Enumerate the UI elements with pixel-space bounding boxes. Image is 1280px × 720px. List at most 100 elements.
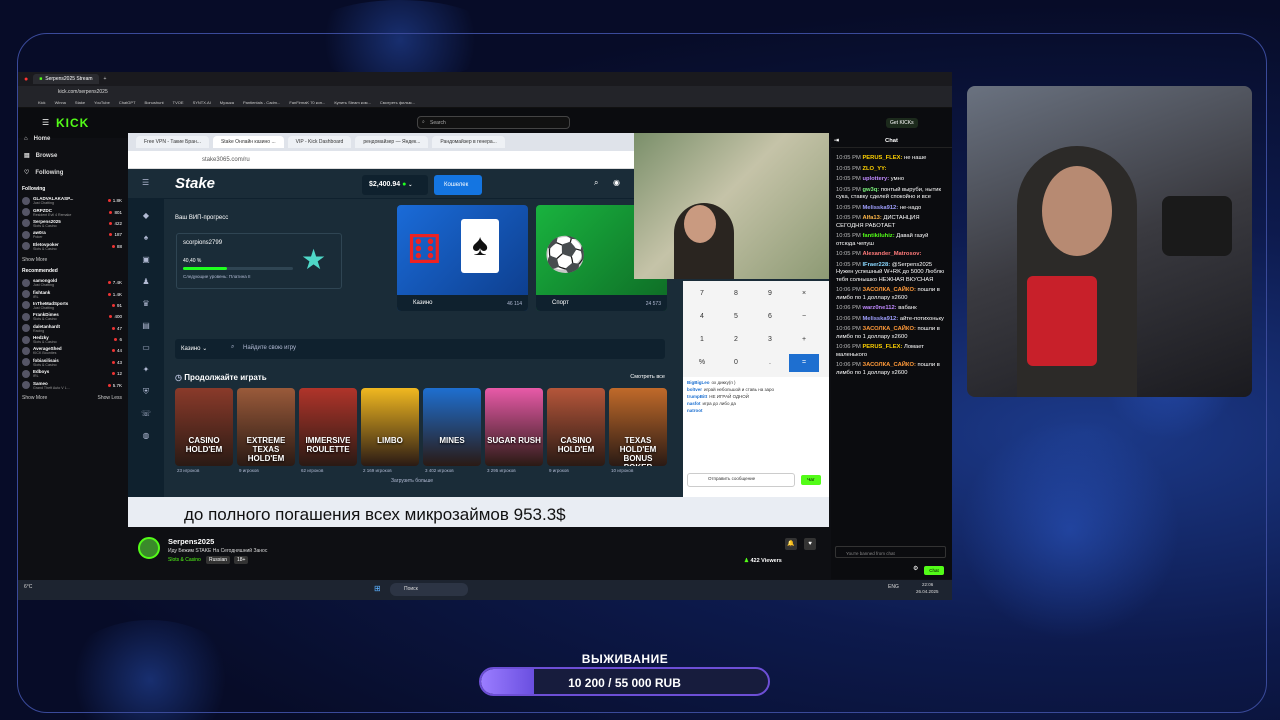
channel-item[interactable]: AverageShed KICK Bounties 44	[18, 345, 126, 356]
chat-timestamp: 10:05 PM	[836, 251, 861, 257]
stream-category[interactable]: Slots & Casino	[168, 557, 201, 563]
channel-text: fishtank IRL	[33, 290, 50, 299]
category-select: Казино ⌄	[181, 346, 208, 352]
kick-search-input[interactable]: ⌕ Search	[417, 116, 570, 129]
show-more-link-2[interactable]: Show More	[22, 395, 47, 401]
chat-timestamp: 10:06 PM	[836, 362, 861, 368]
channel-item[interactable]: fishtank IRL 1.4K	[18, 288, 126, 299]
calculator-widget: 7 8 9 × 4 5 6 − 1 2 3 +% 0. =	[683, 281, 829, 377]
get-kicks-button[interactable]: Get KICKs	[886, 118, 918, 128]
chat-username[interactable]: ЗАСОЛКА_САЙКО:	[862, 326, 915, 332]
bookmark-item[interactable]: ChatGPT	[119, 100, 136, 105]
channel-item[interactable]: GLADVALAKASP... Just Chatting 1.8K	[18, 195, 126, 206]
nav-home[interactable]: ⌂ Home	[18, 130, 126, 147]
chat-username[interactable]: ЗАСОЛКА_САЙКО:	[862, 362, 915, 368]
bookmark-item[interactable]: Kick	[38, 100, 46, 105]
address-bar[interactable]: kick.com/serpens2025	[18, 86, 952, 98]
streamer-avatar[interactable]	[138, 537, 160, 559]
chat-input[interactable]: You're banned from chat	[835, 546, 946, 558]
chat-username[interactable]: PERUS_FLEX:	[862, 155, 902, 161]
home-icon: ⌂	[24, 135, 28, 142]
windows-start-icon[interactable]: ⊞	[374, 584, 381, 593]
show-more-link[interactable]: Show More	[22, 257, 126, 263]
survival-progress-text: 10 200 / 55 000 RUB	[568, 676, 681, 690]
bookmark-item[interactable]: TVOE	[173, 100, 184, 105]
bookmark-item[interactable]: Музыка	[220, 100, 234, 105]
channel-item[interactable]: fobiasilisais Slots & Casino 43	[18, 357, 126, 368]
weather-widget[interactable]: 6°C	[24, 584, 32, 590]
chat-username[interactable]: PERUS_FLEX:	[862, 344, 902, 350]
bell-icon[interactable]: 🔔	[785, 538, 797, 550]
kick-logo[interactable]: KICK	[56, 116, 89, 130]
channel-game: Racing	[33, 328, 45, 333]
taskbar-search[interactable]: Поиск	[390, 583, 468, 596]
sport-count: 24 573	[645, 301, 661, 307]
chat-username[interactable]: Melisska912:	[862, 316, 898, 322]
tag-language[interactable]: Russian	[206, 556, 231, 564]
collapse-chat-icon[interactable]: ⇥	[834, 134, 839, 148]
channel-item[interactable]: Sameo Grand Theft Auto V L... 5.7K	[18, 379, 126, 390]
channel-item[interactable]: FrankDimes Slots & Casino 400	[18, 311, 126, 322]
channel-game: Slots & Casino	[33, 362, 57, 367]
bookmark-item[interactable]: SYNTX.AI	[193, 100, 211, 105]
tag-age[interactable]: 18+	[234, 556, 249, 564]
chat-settings-icon[interactable]: ⚙	[913, 566, 918, 574]
calc-key: 1	[700, 336, 704, 343]
chat-username[interactable]: Alfa13:	[862, 215, 881, 221]
security-icon: ⛨	[143, 387, 149, 396]
nav-following[interactable]: ♡ Following	[18, 164, 126, 181]
bookmark-item[interactable]: Bonushunt	[145, 100, 164, 105]
banned-notice: You're banned from chat	[846, 551, 895, 556]
chat-username[interactable]: uplottery:	[862, 176, 889, 182]
chat-username[interactable]: gw3q:	[862, 187, 879, 193]
stream-info: Serpens2025 Иду Бежим STAKE На Сегодняшн…	[128, 535, 828, 575]
game-players: 10 игроков	[611, 468, 634, 473]
bookmark-item[interactable]: Winna	[55, 100, 66, 105]
bookmark-item[interactable]: Pantientals - Cadm...	[243, 100, 280, 105]
language-indicator[interactable]: ENG	[888, 584, 899, 590]
channel-text: AverageShed KICK Bounties	[33, 346, 62, 355]
channel-item[interactable]: GRPZDC Resident Evil 4 Remake 801	[18, 206, 126, 217]
calc-key: 4	[700, 313, 704, 320]
chat-username[interactable]: ЗАСОЛКА_САЙКО:	[862, 287, 915, 293]
close-dot-icon[interactable]: ●	[24, 76, 28, 83]
channel-item[interactable]: Eletovpoker Slots & Casino 88	[18, 241, 126, 252]
chat-username[interactable]: ZLO_YY:	[862, 166, 886, 172]
channel-item[interactable]: Edboys IRL 12	[18, 368, 126, 379]
game-tile: SUGAR RUSH	[485, 388, 543, 466]
calc-key: .	[769, 359, 771, 366]
follow-heart-icon[interactable]: ♥	[804, 538, 816, 550]
new-tab-icon[interactable]: +	[104, 76, 107, 82]
stream-video[interactable]: Free VPN - Такие Бран... Stake Онлайн каз…	[128, 133, 829, 527]
vip-progress-text: 40,40 %	[183, 258, 202, 264]
chat-messages: 10:05 PM PERUS_FLEX: не наше 10:05 PM ZLO…	[831, 148, 952, 379]
chat-username[interactable]: Melisska912:	[862, 205, 898, 211]
channel-viewers: 88	[112, 244, 122, 249]
bookmark-item[interactable]: YouTube	[94, 100, 110, 105]
channel-item[interactable]: Hedzky Slots & Casino 6	[18, 334, 126, 345]
channel-item[interactable]: InTheMadSports Just Chatting 91	[18, 300, 126, 311]
browser-tab-title: Serpens2025 Stream	[45, 76, 93, 82]
game-tile: CASINO HOLD'EM	[175, 388, 233, 466]
streamer-name[interactable]: Serpens2025	[168, 537, 214, 546]
channel-item[interactable]: aw0ra Poker 187	[18, 229, 126, 240]
bookmark-item[interactable]: Смотреть фильм...	[380, 100, 415, 105]
channel-item[interactable]: samongold Just Chatting 7.4K	[18, 277, 126, 288]
nav-browse[interactable]: ▤ Browse	[18, 147, 126, 164]
channel-item[interactable]: daletanhardt Racing 47	[18, 323, 126, 334]
chat-message: 10:06 PM ЗАСОЛКА_САЙКО: пошли в лимбо по…	[831, 325, 952, 343]
bookmark-item[interactable]: FanFirmaK 70 кон...	[289, 100, 325, 105]
game-search-row: Казино ⌄ ⌕ Найдите свою игру	[175, 339, 665, 359]
chat-username[interactable]: fantikiluhiz:	[862, 233, 894, 239]
show-less-link[interactable]: Show Less	[98, 395, 122, 401]
browser-tab[interactable]: ■ Serpens2025 Stream	[33, 74, 99, 84]
menu-icon[interactable]: ☰	[42, 118, 49, 127]
bookmark-item[interactable]: Stake	[75, 100, 85, 105]
channel-item[interactable]: Serpens2025 Slots & Casino 422	[18, 218, 126, 229]
chat-username[interactable]: IFraer228:	[862, 262, 890, 268]
bookmark-item[interactable]: Купить Steam ком...	[334, 100, 371, 105]
chat-username[interactable]: Alexander_Matrosov:	[862, 251, 921, 257]
chat-username[interactable]: warz0ne112:	[862, 305, 896, 311]
document-icon: ▤	[142, 321, 150, 330]
chat-send-button[interactable]: Chat	[924, 566, 944, 575]
